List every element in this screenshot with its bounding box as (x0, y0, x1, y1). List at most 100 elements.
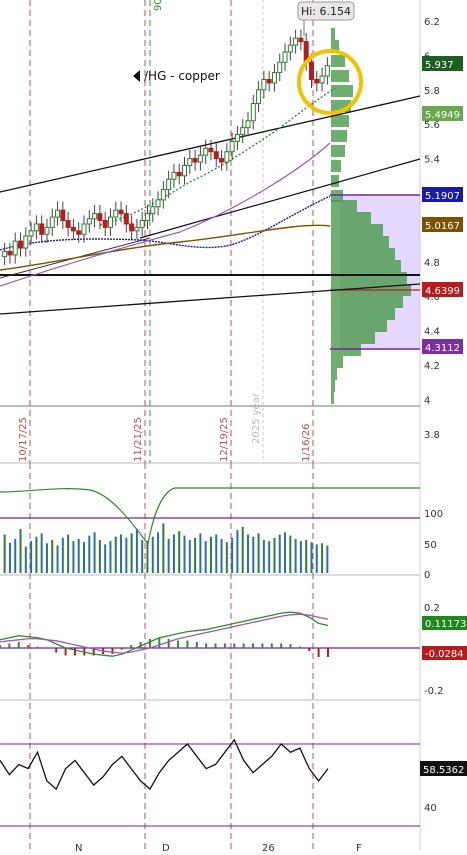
candle-body (319, 75, 325, 84)
volume-bar (109, 541, 112, 573)
volume-bar (157, 532, 160, 573)
macd-tag: -0.0284 (425, 649, 464, 660)
candle-body (171, 171, 177, 180)
candle-body (81, 223, 87, 235)
profile-bar (331, 272, 407, 284)
volume-bar (114, 536, 117, 573)
volume-bar (172, 534, 175, 573)
volume-bar (146, 541, 149, 573)
symbol-label: /HG - copper (144, 69, 220, 83)
volume-bar (135, 529, 138, 573)
candle-body (219, 158, 225, 163)
candle-body (298, 37, 304, 43)
candle-body (144, 213, 150, 222)
macd-tick: -0.2 (424, 686, 444, 697)
profile-bar (331, 380, 335, 392)
price-tag: 5.1907 (425, 191, 460, 202)
volume-bar (199, 533, 202, 573)
candle-body (213, 151, 219, 160)
candle-body (129, 223, 135, 232)
candle-body (97, 213, 103, 222)
candle-body (123, 213, 129, 225)
rsi-tick: 40 (424, 803, 437, 814)
candle-body (182, 164, 188, 177)
candle-body (150, 206, 156, 215)
volume-bar (315, 544, 318, 573)
volume-bar (14, 538, 17, 573)
price-tick: 5.4 (424, 155, 440, 166)
rsi-tag: 58.5362 (423, 765, 464, 776)
month-label: 26 (262, 843, 275, 851)
volume-bar (56, 545, 59, 573)
volume-bar (40, 533, 43, 573)
volume-tick: 100 (424, 509, 443, 520)
volume-tick: 50 (424, 540, 437, 551)
price-tick: 4 (424, 395, 430, 406)
macd-tick: 0.2 (424, 603, 440, 614)
macd-tag: 0.11173 (425, 619, 466, 630)
volume-bar (236, 530, 239, 573)
candle-body (261, 78, 267, 91)
profile-bar (331, 236, 389, 248)
volume-bar (141, 540, 144, 573)
candle-body (155, 199, 161, 208)
profile-bar (331, 260, 401, 272)
candle-body (224, 151, 230, 163)
profile-bar (331, 224, 383, 236)
candle-body (250, 103, 256, 122)
profile-bar (331, 175, 339, 187)
volume-bar (30, 541, 33, 573)
volume-bar (183, 535, 186, 573)
candle-body (234, 134, 240, 142)
candle-body (39, 223, 45, 235)
profile-bar (331, 248, 395, 260)
volume-bar (310, 542, 313, 573)
date-label: 11/21/25 (133, 417, 144, 462)
candle-body (308, 61, 314, 80)
volume-bar (294, 538, 297, 573)
candle-body (324, 65, 330, 77)
candle-body (12, 240, 18, 256)
volume-bar (178, 531, 181, 573)
chart-svg: Hi: 6.154 /HG - copper 90 6.265.85.65.45… (0, 0, 467, 854)
volume-bar (3, 534, 6, 573)
candle-body (166, 178, 172, 191)
profile-bar (331, 160, 341, 172)
volume-bar (67, 534, 70, 573)
volume-bar (299, 541, 302, 573)
chart-window: Hi: 6.154 /HG - copper 90 6.265.85.65.45… (0, 0, 467, 854)
volume-bar (268, 541, 271, 573)
symbol-tag[interactable]: /HG - copper (133, 69, 220, 83)
volume-bar (225, 542, 228, 573)
volume-bar (19, 529, 22, 573)
profile-bar (331, 356, 343, 368)
candle-body (65, 220, 71, 228)
profile-bar (331, 392, 334, 404)
volume-bar (284, 532, 287, 573)
volume-bar (305, 540, 308, 573)
year-watermark: 2025 year (251, 392, 262, 444)
candle-body (7, 250, 13, 256)
profile-bar (331, 55, 345, 67)
price-tick: 4.4 (424, 327, 440, 338)
volume-bar (98, 540, 101, 573)
volume-bar (273, 537, 276, 573)
candle-body (92, 213, 98, 220)
candle-body (277, 61, 283, 74)
volume-bar (241, 526, 244, 573)
price-tag: 4.3112 (425, 343, 460, 354)
profile-bar (331, 320, 387, 332)
volume-bar (24, 546, 27, 573)
volume-bar (8, 542, 11, 573)
profile-bar (331, 200, 357, 212)
price-tick: 5.8 (424, 86, 440, 97)
month-label: D (162, 843, 170, 851)
candle-body (176, 171, 182, 177)
date-label: 1/16/26 (301, 423, 312, 462)
profile-bar (331, 308, 395, 320)
candle-body (33, 223, 39, 232)
volume-bar (262, 540, 265, 573)
candle-body (197, 154, 203, 163)
volume-bar (72, 541, 75, 573)
candle-body (2, 250, 8, 258)
